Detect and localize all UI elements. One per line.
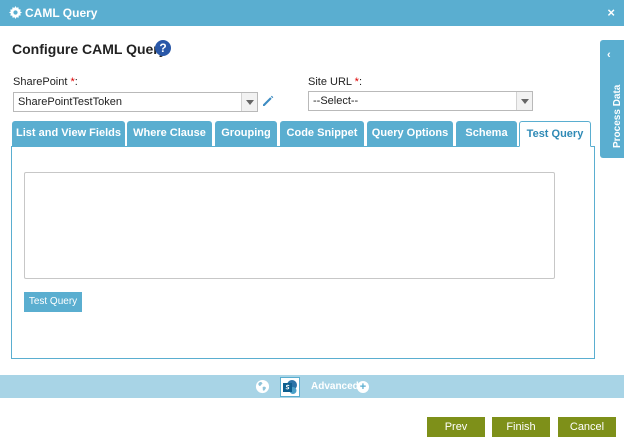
site-url-label: Site URL *: — [308, 76, 363, 88]
test-query-textarea[interactable] — [24, 172, 555, 279]
window-title: CAML Query — [25, 6, 98, 20]
finish-button[interactable]: Finish — [492, 417, 550, 437]
title-bar: CAML Query × — [0, 0, 624, 26]
plus-icon[interactable]: + — [357, 381, 369, 393]
prev-button[interactable]: Prev — [427, 417, 485, 437]
chevron-down-icon[interactable] — [516, 92, 532, 110]
tab-list-and-view-fields[interactable]: List and View Fields — [12, 121, 125, 146]
cancel-button[interactable]: Cancel — [558, 417, 616, 437]
sharepoint-label: SharePoint *: — [13, 76, 78, 88]
tab-grouping[interactable]: Grouping — [215, 121, 277, 146]
site-url-select[interactable]: --Select-- — [308, 91, 533, 111]
sharepoint-icon[interactable] — [280, 377, 300, 397]
process-data-label: Process Data — [612, 84, 623, 148]
process-data-tab[interactable]: ‹ Process Data — [600, 40, 624, 158]
sharepoint-select-value: SharePointTestToken — [18, 96, 122, 108]
tab-code-snippet[interactable]: Code Snippet — [280, 121, 364, 146]
test-query-button[interactable]: Test Query — [24, 292, 82, 312]
page-title: Configure CAML Query — [12, 41, 167, 57]
tab-query-options[interactable]: Query Options — [367, 121, 453, 146]
help-icon[interactable]: ? — [155, 40, 171, 56]
advanced-label[interactable]: Advanced — [311, 381, 359, 392]
globe-icon[interactable] — [255, 379, 270, 394]
chevron-down-icon[interactable] — [241, 93, 257, 111]
tab-where-clause[interactable]: Where Clause — [127, 121, 212, 146]
tab-schema[interactable]: Schema — [456, 121, 517, 146]
gear-icon — [9, 6, 22, 19]
sharepoint-select[interactable]: SharePointTestToken — [13, 92, 258, 112]
site-url-select-value: --Select-- — [313, 95, 359, 107]
tab-test-query[interactable]: Test Query — [519, 121, 591, 147]
close-icon[interactable]: × — [607, 5, 615, 20]
chevron-left-icon[interactable]: ‹ — [607, 49, 611, 61]
sharepoint-logo-icon — [283, 380, 297, 394]
pencil-icon[interactable] — [262, 95, 274, 107]
